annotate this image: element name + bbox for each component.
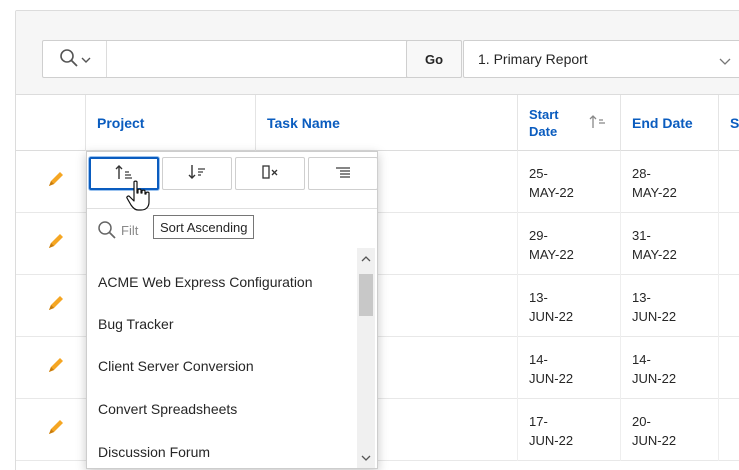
- report-select[interactable]: 1. Primary Report: [463, 40, 739, 78]
- hide-column-button[interactable]: [235, 157, 305, 190]
- cell-start: 25- MAY-22: [518, 151, 621, 213]
- list-item[interactable]: Convert Spreadsheets: [98, 401, 237, 417]
- scroll-up-arrow-icon[interactable]: [361, 251, 371, 266]
- header-task-name-label: Task Name: [267, 115, 340, 131]
- control-break-icon: [333, 163, 353, 184]
- sort-descending-button[interactable]: [162, 157, 232, 190]
- cell-start-l1: 25-: [529, 166, 548, 181]
- search-column-menu[interactable]: [43, 41, 107, 77]
- control-break-button[interactable]: [308, 157, 378, 190]
- cell-end-l1: 28-: [632, 166, 651, 181]
- sort-ascending-indicator-icon: [589, 114, 607, 134]
- list-item[interactable]: ACME Web Express Configuration: [98, 274, 313, 290]
- search-bar[interactable]: Go: [42, 40, 462, 78]
- cell-start-l2: JUN-22: [529, 433, 574, 448]
- chevron-down-icon: [719, 53, 731, 69]
- cell-end: 13- JUN-22: [621, 275, 719, 337]
- list-item[interactable]: Client Server Conversion: [98, 358, 254, 374]
- edit-icon[interactable]: [46, 231, 66, 254]
- cell-end: 20- JUN-22: [621, 399, 719, 461]
- cell-end-l1: 13-: [632, 290, 651, 305]
- cell-start-l1: 14-: [529, 352, 548, 367]
- cell-end-l1: 31-: [632, 228, 651, 243]
- header-project[interactable]: Project: [86, 95, 256, 151]
- scrollbar-thumb[interactable]: [359, 274, 373, 316]
- edit-icon[interactable]: [46, 293, 66, 316]
- header-task-name[interactable]: Task Name: [256, 95, 518, 151]
- cell-start-l2: JUN-22: [529, 309, 574, 324]
- cell-end-l1: 14-: [632, 352, 651, 367]
- cell-end-l2: MAY-22: [632, 247, 677, 262]
- hide-column-icon: [260, 163, 280, 184]
- cell-start-l1: 13-: [529, 290, 548, 305]
- filter-placeholder: Filt: [121, 223, 139, 238]
- header-status-label: S: [730, 115, 739, 131]
- report-toolbar: Go 1. Primary Report: [16, 11, 739, 95]
- list-scrollbar[interactable]: [357, 248, 375, 468]
- cell-end: 14- JUN-22: [621, 337, 719, 399]
- scroll-down-arrow-icon[interactable]: [361, 450, 371, 465]
- table-header: Project Task Name Start Date End Date S: [16, 95, 739, 151]
- edit-icon[interactable]: [46, 417, 66, 440]
- sort-descending-icon: [187, 163, 207, 184]
- chevron-down-icon: [81, 52, 91, 67]
- list-item[interactable]: Bug Tracker: [98, 316, 173, 332]
- cell-end-l2: JUN-22: [632, 371, 677, 386]
- cell-start-l1: 29-: [529, 228, 548, 243]
- cell-start: 14- JUN-22: [518, 337, 621, 399]
- hand-cursor-icon: [126, 180, 152, 215]
- cell-end-l1: 20-: [632, 414, 651, 429]
- report-select-value: 1. Primary Report: [478, 51, 588, 67]
- cell-end-l2: JUN-22: [632, 433, 677, 448]
- cell-start-l2: JUN-22: [529, 371, 574, 386]
- header-start-date-label: Start Date: [529, 106, 559, 140]
- header-end-date[interactable]: End Date: [621, 95, 719, 151]
- header-edit-column: [16, 95, 86, 151]
- cell-start: 17- JUN-22: [518, 399, 621, 461]
- cell-start: 13- JUN-22: [518, 275, 621, 337]
- cell-start-l2: MAY-22: [529, 185, 574, 200]
- header-start-line1: Start: [529, 107, 559, 122]
- go-button[interactable]: Go: [406, 40, 462, 78]
- cell-end-l2: MAY-22: [632, 185, 677, 200]
- cell-end: 31- MAY-22: [621, 213, 719, 275]
- header-start-line2: Date: [529, 124, 558, 139]
- cell-start-l2: MAY-22: [529, 247, 574, 262]
- search-icon: [59, 48, 79, 71]
- distinct-values-list: ACME Web Express Configuration Bug Track…: [87, 252, 355, 466]
- edit-icon[interactable]: [46, 169, 66, 192]
- cell-start-l1: 17-: [529, 414, 548, 429]
- cell-start: 29- MAY-22: [518, 213, 621, 275]
- sort-ascending-tooltip: Sort Ascending: [153, 215, 255, 239]
- header-status[interactable]: S: [719, 95, 739, 151]
- search-icon: [97, 220, 117, 243]
- cell-end-l2: JUN-22: [632, 309, 677, 324]
- header-project-label: Project: [97, 115, 145, 131]
- header-end-date-label: End Date: [632, 115, 693, 131]
- cell-end: 28- MAY-22: [621, 151, 719, 213]
- list-item[interactable]: Discussion Forum: [98, 444, 210, 460]
- edit-icon[interactable]: [46, 355, 66, 378]
- header-start-date[interactable]: Start Date: [518, 95, 621, 151]
